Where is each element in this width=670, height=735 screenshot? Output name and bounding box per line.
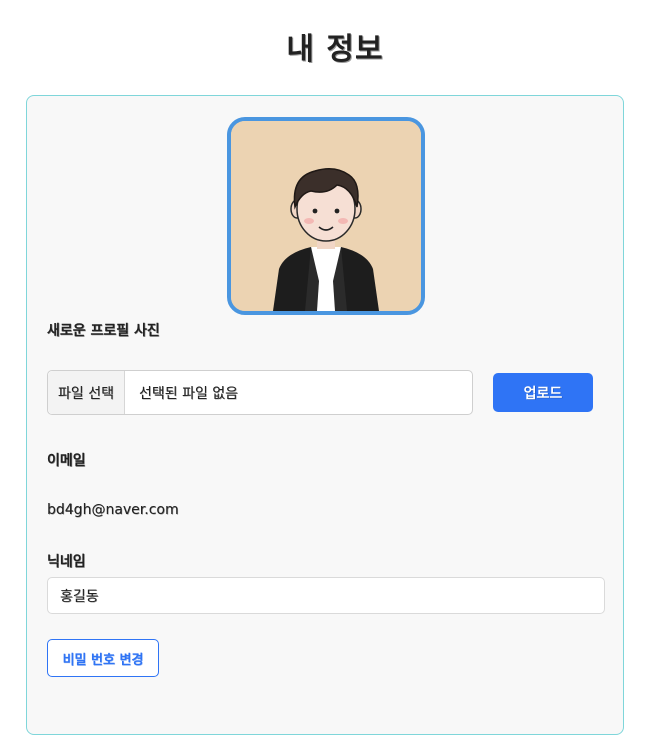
change-password-button[interactable]: 비밀 번호 변경 xyxy=(47,639,159,677)
profile-file-input[interactable]: 파일 선택 선택된 파일 없음 xyxy=(47,370,473,415)
profile-photo-label: 새로운 프로필 사진 xyxy=(47,323,160,339)
profile-avatar xyxy=(227,117,425,315)
profile-card: 새로운 프로필 사진 파일 선택 선택된 파일 없음 업로드 이메일 bd4gh… xyxy=(26,95,624,735)
nickname-label: 닉네임 xyxy=(47,554,86,570)
email-value: bd4gh@naver.com xyxy=(47,502,179,518)
email-label: 이메일 xyxy=(47,453,86,469)
file-name-text: 선택된 파일 없음 xyxy=(138,385,239,402)
avatar-illustration xyxy=(231,121,421,311)
page-title: 내 정보 xyxy=(286,32,384,67)
nickname-input[interactable] xyxy=(47,577,605,614)
upload-button[interactable]: 업로드 xyxy=(493,373,593,412)
file-select-button[interactable]: 파일 선택 xyxy=(48,371,125,414)
